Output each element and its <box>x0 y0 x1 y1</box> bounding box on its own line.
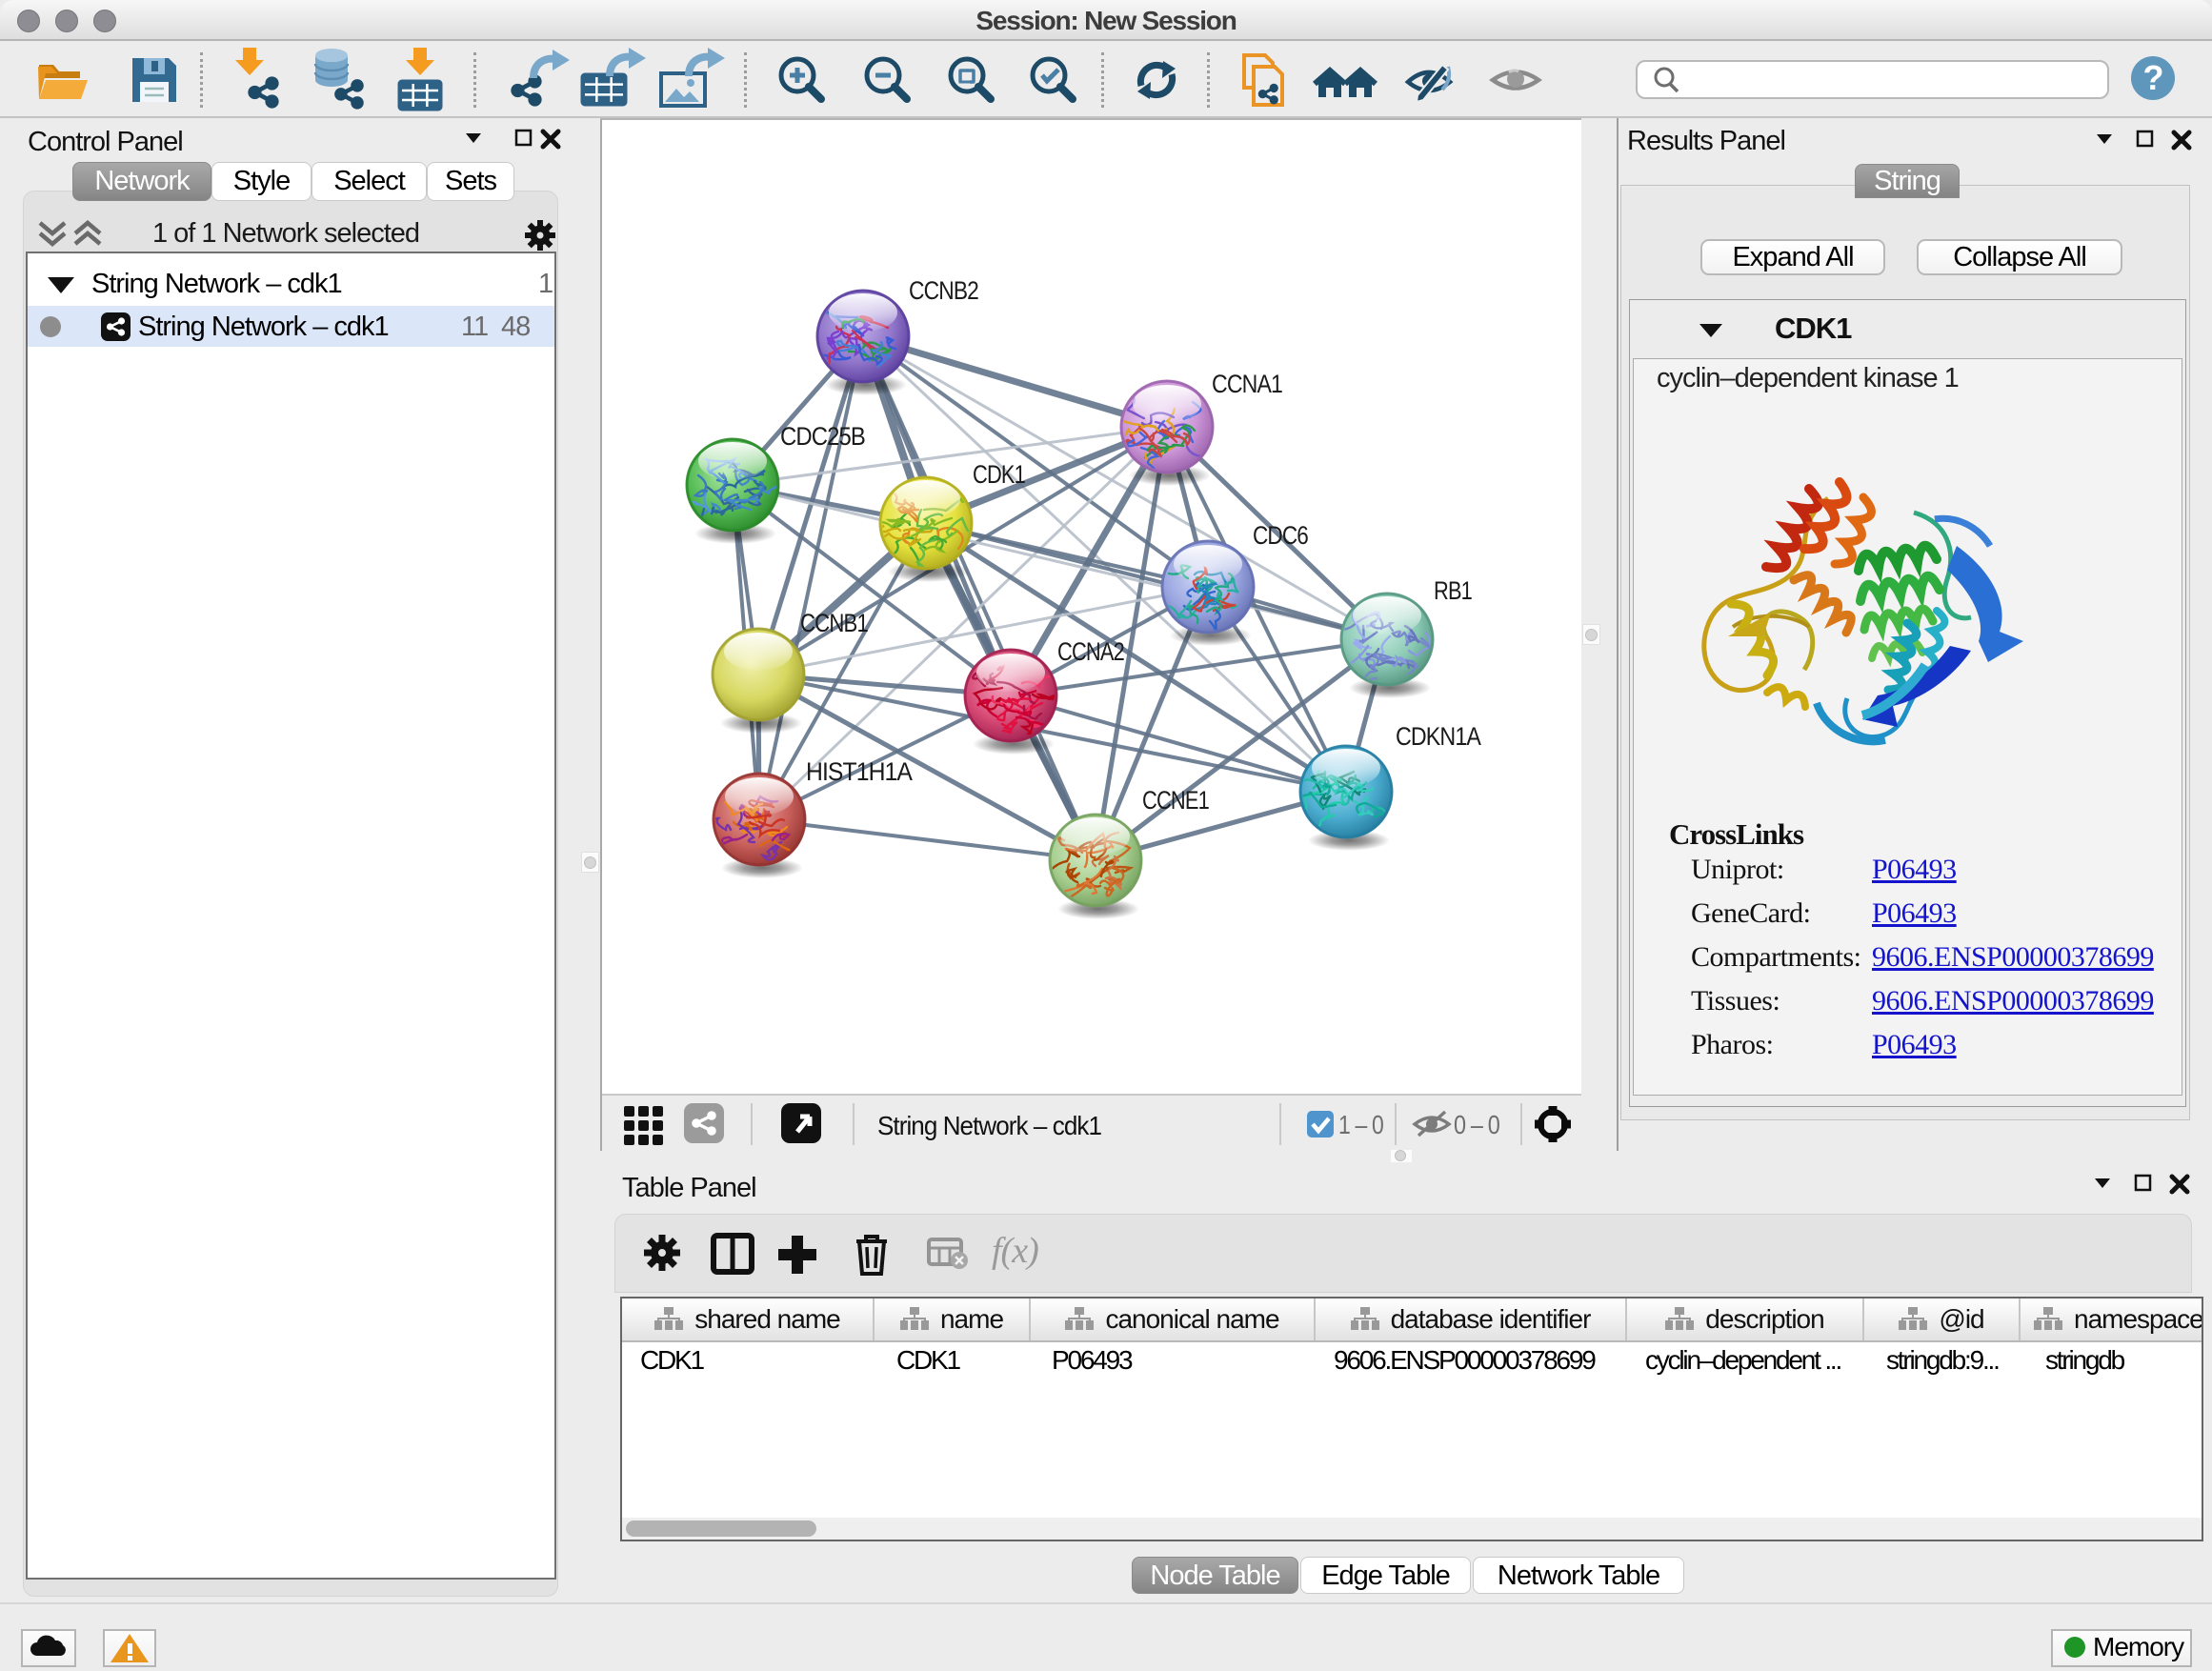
svg-text:HIST1H1A: HIST1H1A <box>806 757 913 786</box>
svg-text:CDKN1A: CDKN1A <box>1396 722 1481 751</box>
svg-text:CDC6: CDC6 <box>1253 521 1308 550</box>
svg-text:String Network – cdk1: String Network – cdk1 <box>877 1111 1101 1140</box>
svg-text:CCNA1: CCNA1 <box>1212 370 1282 398</box>
svg-text:CCNA2: CCNA2 <box>1057 637 1124 666</box>
svg-text:RB1: RB1 <box>1434 576 1472 605</box>
svg-text:CCNE1: CCNE1 <box>1142 786 1209 815</box>
svg-text:0 – 0: 0 – 0 <box>1454 1110 1499 1139</box>
svg-text:CCNB2: CCNB2 <box>909 276 978 305</box>
svg-text:CDC25B: CDC25B <box>780 422 865 451</box>
svg-text:CDK1: CDK1 <box>973 460 1025 489</box>
svg-text:1 – 0: 1 – 0 <box>1338 1110 1383 1139</box>
svg-text:CCNB1: CCNB1 <box>800 609 868 637</box>
svg-text:f(x): f(x) <box>992 1231 1038 1271</box>
